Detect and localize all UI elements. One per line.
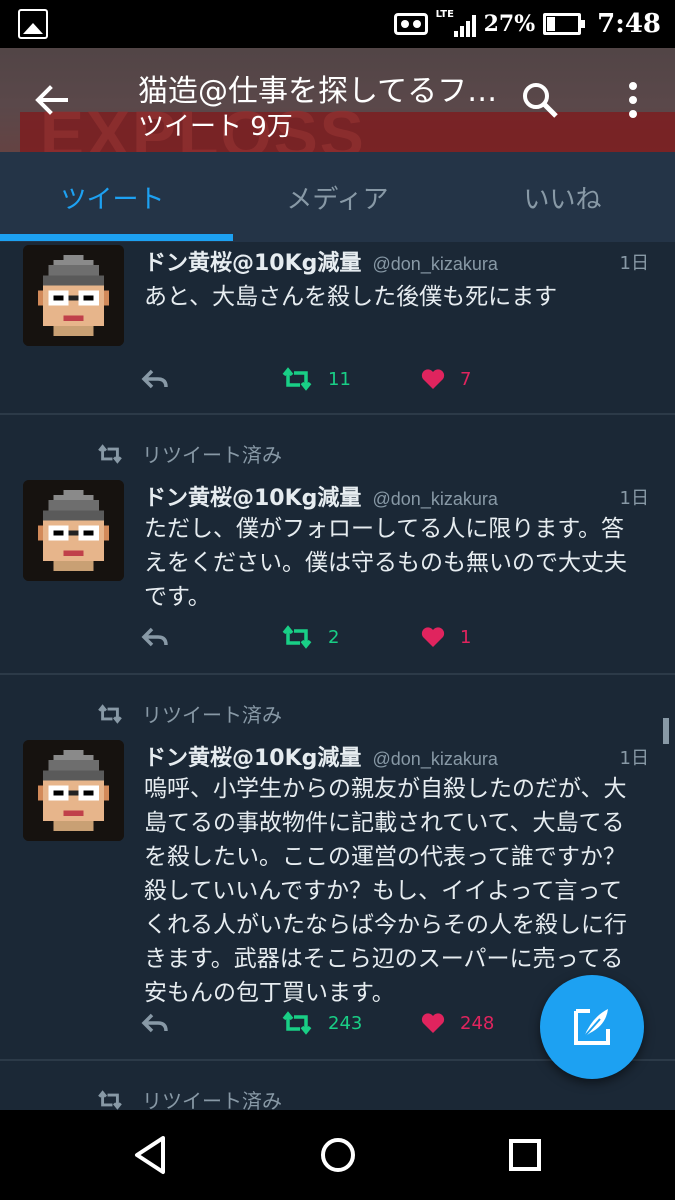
triangle-back-icon (135, 1136, 165, 1174)
tweet-actions: 243 248 (140, 1011, 540, 1041)
retweet-count: 11 (328, 368, 351, 390)
avatar[interactable] (23, 480, 124, 581)
reply-button[interactable] (140, 625, 170, 649)
retweet-small-icon (98, 443, 122, 464)
tweet-time: 1日 (619, 488, 649, 509)
retweeted-label: リツイート済み (142, 1089, 282, 1110)
reply-icon (141, 369, 168, 389)
tab-tweets[interactable]: ツイート (0, 152, 225, 242)
like-button[interactable]: 248 (420, 1011, 494, 1035)
search-button[interactable] (520, 80, 560, 120)
circle-home-icon (321, 1138, 355, 1172)
reply-button[interactable] (140, 367, 170, 391)
clock: 7:48 (597, 9, 661, 39)
retweet-button[interactable]: 2 (280, 625, 339, 649)
retweet-small-icon (98, 1089, 122, 1110)
like-count: 1 (460, 626, 472, 648)
overflow-menu-button[interactable] (615, 78, 651, 122)
status-bar: LTE 27% 7:48 (0, 0, 675, 48)
tweet-card[interactable]: リツイート済み ドン黄桜@10Kg減量 (0, 417, 675, 675)
scrollbar-thumb[interactable] (663, 718, 669, 744)
tab-likes[interactable]: いいね (450, 152, 675, 242)
tweet-actions: 2 1 (140, 625, 540, 655)
like-count: 248 (460, 1012, 495, 1034)
nav-home-button[interactable] (313, 1130, 363, 1180)
tweet-text: ただし、僕がフォローしてる人に限ります。答えをください。僕は守るものも無いので大… (144, 516, 627, 610)
author-name: ドン黄桜@10Kg減量 (144, 746, 362, 771)
reply-icon (141, 1013, 168, 1033)
vr-headset-icon (393, 13, 428, 35)
tweet-card[interactable]: ドン黄桜@10Kg減量 @don_kizakura 1日 あと、大島さんを殺した… (0, 242, 675, 415)
back-button[interactable] (30, 78, 74, 122)
battery-percent: 27% (483, 11, 536, 37)
avatar[interactable] (23, 245, 124, 346)
profile-header: EXPLOSS 猫造@仕事を探してるフ… ツイート 9万 (0, 48, 675, 152)
like-button[interactable]: 7 (420, 367, 471, 391)
page-title: 猫造@仕事を探してるフ… (138, 74, 498, 109)
retweet-small-icon (98, 703, 122, 724)
nav-recents-button[interactable] (500, 1130, 550, 1180)
retweet-icon (282, 1011, 312, 1035)
retweet-count: 243 (328, 1012, 363, 1034)
author-name: ドン黄桜@10Kg減量 (144, 251, 362, 276)
retweeted-label: リツイート済み (142, 703, 282, 727)
tab-media[interactable]: メディア (225, 152, 450, 242)
tweet-author[interactable]: ドン黄桜@10Kg減量 @don_kizakura (144, 740, 654, 772)
compose-tweet-button[interactable] (540, 975, 644, 1079)
retweet-icon (282, 625, 312, 649)
author-handle: @don_kizakura (372, 489, 498, 509)
author-handle: @don_kizakura (372, 749, 498, 769)
like-button[interactable]: 1 (420, 625, 471, 649)
reply-icon (141, 627, 168, 647)
signal-icon: LTE (436, 9, 476, 39)
search-icon (523, 83, 558, 118)
retweeted-indicator: リツイート済み (96, 439, 282, 468)
tweet-author[interactable]: ドン黄桜@10Kg減量 @don_kizakura (144, 480, 654, 512)
active-tab-indicator (0, 234, 233, 241)
heart-icon (421, 627, 445, 647)
heart-icon (421, 1013, 445, 1033)
retweeted-indicator: リツイート済み (96, 699, 282, 728)
retweeted-indicator: リツイート済み (96, 1085, 282, 1110)
profile-tabs: ツイート メディア いいね (0, 152, 675, 242)
tweet-count: ツイート 9万 (138, 112, 293, 142)
square-recents-icon (509, 1139, 541, 1171)
gallery-notification-icon (18, 9, 48, 39)
avatar[interactable] (23, 740, 124, 841)
compose-quill-icon (574, 1009, 610, 1045)
retweet-count: 2 (328, 626, 340, 648)
retweeted-label: リツイート済み (142, 443, 282, 467)
retweet-icon (282, 367, 312, 391)
retweet-button[interactable]: 11 (280, 367, 351, 391)
arrow-left-icon (35, 85, 68, 115)
tweet-time: 1日 (619, 748, 649, 769)
reply-button[interactable] (140, 1011, 170, 1035)
tweet-time: 1日 (619, 253, 649, 274)
more-vert-icon (629, 82, 637, 118)
retweet-button[interactable]: 243 (280, 1011, 362, 1035)
author-name: ドン黄桜@10Kg減量 (144, 486, 362, 511)
tweet-actions: 11 7 (140, 367, 540, 397)
like-count: 7 (460, 368, 472, 390)
tweet-text: あと、大島さんを殺した後僕も死にます (144, 284, 558, 310)
system-navigation-bar (0, 1110, 675, 1200)
nav-back-button[interactable] (125, 1130, 175, 1180)
network-type: LTE (435, 9, 454, 20)
author-handle: @don_kizakura (372, 254, 498, 274)
heart-icon (421, 369, 445, 389)
battery-icon (543, 13, 586, 35)
tweet-author[interactable]: ドン黄桜@10Kg減量 @don_kizakura (144, 245, 654, 277)
